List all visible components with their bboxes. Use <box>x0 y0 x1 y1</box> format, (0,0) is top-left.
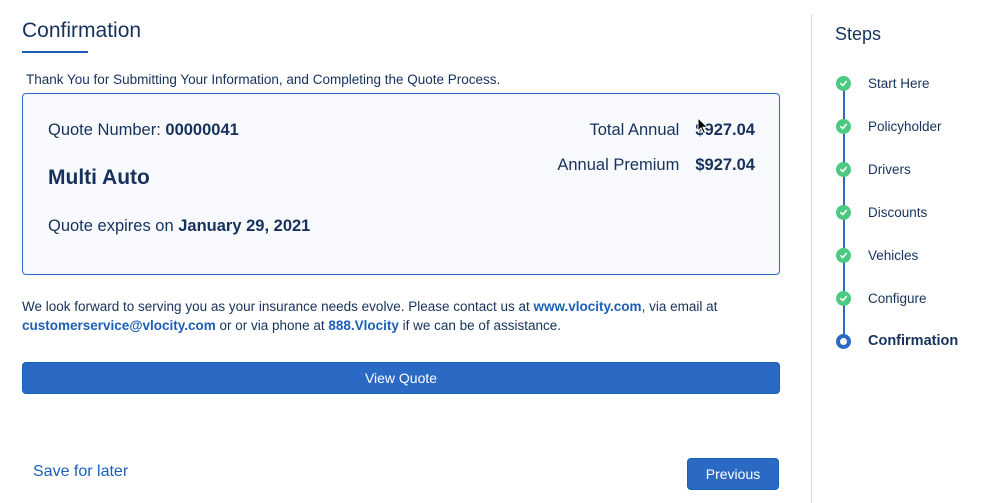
quote-number-value: 00000041 <box>165 121 239 139</box>
step-vehicles[interactable]: Vehicles <box>836 247 918 263</box>
thank-you-message: Thank You for Submitting Your Informatio… <box>26 72 501 87</box>
quote-summary-card: Quote Number: 00000041 Multi Auto Quote … <box>22 93 780 275</box>
step-policyholder[interactable]: Policyholder <box>836 118 942 134</box>
quote-expiration: Quote expires on January 29, 2021 <box>48 217 310 236</box>
annual-premium-value: $927.04 <box>695 156 755 174</box>
step-label: Drivers <box>868 161 911 177</box>
step-label: Vehicles <box>868 247 919 263</box>
check-icon <box>836 75 851 91</box>
phone-link[interactable]: 888.Vlocity <box>328 318 399 333</box>
previous-button[interactable]: Previous <box>687 458 779 490</box>
step-configure[interactable]: Configure <box>836 290 927 306</box>
omniscript-page: Confirmation Thank You for Submitting Yo… <box>0 0 981 503</box>
page-title: Confirmation <box>22 19 142 42</box>
contact-text-1: We look forward to serving you as your i… <box>22 299 534 314</box>
expires-label: Quote expires on <box>48 217 179 235</box>
step-label: Confirmation <box>868 333 959 349</box>
steps-title: Steps <box>835 24 882 44</box>
main-content: Confirmation Thank You for Submitting Yo… <box>0 0 811 503</box>
check-icon <box>836 247 851 263</box>
quote-number-label: Quote Number: <box>48 121 166 139</box>
annual-premium-label: Annual Premium <box>557 156 680 174</box>
email-link[interactable]: customerservice@vlocity.com <box>22 318 216 333</box>
product-name: Multi Auto <box>48 166 150 189</box>
contact-text-4: if we can be of assistance. <box>398 318 561 333</box>
expires-date: January 29, 2021 <box>178 217 311 235</box>
current-step-icon <box>836 333 851 349</box>
contact-text-3: or or via phone at <box>215 318 329 333</box>
step-confirmation[interactable]: Confirmation <box>836 333 958 349</box>
step-drivers[interactable]: Drivers <box>836 161 911 177</box>
quote-number: Quote Number: 00000041 <box>48 121 239 140</box>
step-label: Configure <box>868 290 927 306</box>
total-annual-label: Total Annual <box>589 121 680 139</box>
steps-divider <box>811 14 812 503</box>
check-icon <box>836 290 851 306</box>
mouse-pointer-icon <box>697 117 709 135</box>
step-label: Policyholder <box>868 118 942 134</box>
save-for-later-link[interactable]: Save for later <box>33 463 128 481</box>
premium-amounts: Total Annual $927.04 Annual Premium $927… <box>557 121 755 175</box>
step-discounts[interactable]: Discounts <box>836 204 927 220</box>
check-icon <box>836 161 851 177</box>
contact-message: We look forward to serving you as your i… <box>22 297 762 335</box>
step-label: Start Here <box>868 75 930 91</box>
view-quote-button[interactable]: View Quote <box>22 362 780 394</box>
title-underline <box>22 51 88 53</box>
contact-text-2: , via email at <box>641 299 718 314</box>
check-icon <box>836 118 851 134</box>
step-start-here[interactable]: Start Here <box>836 75 930 91</box>
step-label: Discounts <box>868 204 928 220</box>
website-link[interactable]: www.vlocity.com <box>534 299 642 314</box>
check-icon <box>836 204 851 220</box>
